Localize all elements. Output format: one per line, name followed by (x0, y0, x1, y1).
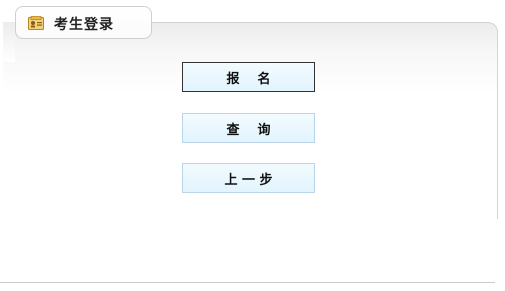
panel-shadow (3, 22, 15, 62)
id-card-icon (28, 15, 44, 30)
title-tab: 考生登录 (15, 6, 152, 39)
bottom-divider (0, 282, 495, 283)
query-button[interactable]: 查 询 (182, 113, 315, 143)
back-button-label: 上 一 步 (224, 172, 273, 188)
back-button[interactable]: 上 一 步 (182, 163, 315, 193)
query-button-label: 查 询 (226, 122, 271, 138)
page-title: 考生登录 (54, 17, 114, 33)
register-button[interactable]: 报 名 (182, 62, 315, 92)
register-button-label: 报 名 (226, 71, 271, 87)
